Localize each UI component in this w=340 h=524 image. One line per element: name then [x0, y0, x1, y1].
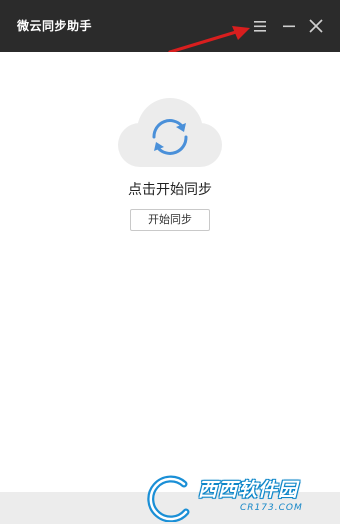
minimize-icon	[283, 25, 295, 28]
hamburger-menu-icon	[254, 21, 266, 32]
start-sync-button[interactable]: 开始同步	[130, 209, 210, 231]
close-button[interactable]	[305, 14, 327, 38]
close-icon	[309, 19, 323, 33]
menu-button[interactable]	[249, 14, 271, 38]
cloud-icon	[118, 98, 222, 167]
sync-prompt-text: 点击开始同步	[128, 182, 212, 198]
minimize-button[interactable]	[278, 14, 300, 38]
app-title: 微云同步助手	[17, 19, 93, 33]
main-content: 点击开始同步 开始同步	[0, 52, 340, 492]
footer-bar	[0, 492, 340, 524]
title-bar: 微云同步助手	[0, 0, 340, 52]
